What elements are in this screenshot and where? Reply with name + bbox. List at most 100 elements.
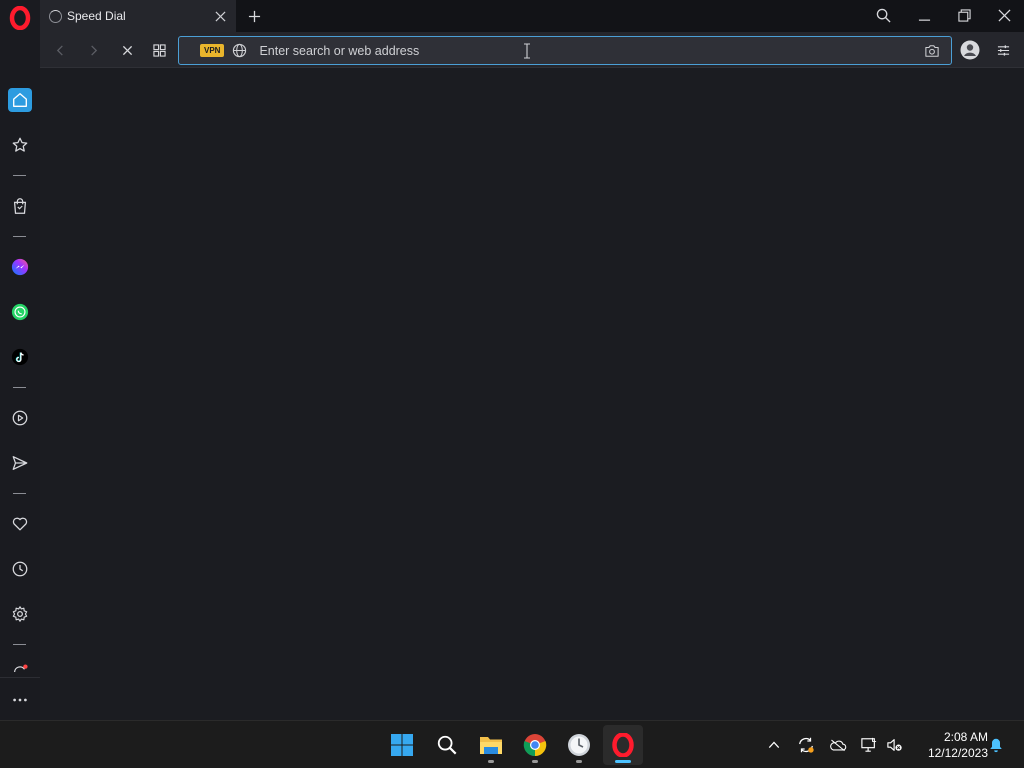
windows-icon [391,734,413,756]
sliders-icon [997,44,1009,56]
close-icon [214,10,226,22]
player-icon [12,410,28,426]
tab-title: Speed Dial [67,9,126,23]
tab-speed-dial[interactable]: Speed Dial [40,0,236,32]
opera-icon [612,733,634,757]
running-indicator [532,760,538,763]
sync-icon [799,737,814,753]
sidebar [0,0,40,720]
messenger-icon [11,258,29,276]
network-icon [861,737,877,752]
sidebar-item-pinboards[interactable] [8,512,32,536]
minimize-icon [918,19,930,21]
taskbar-opera[interactable] [603,725,643,765]
sidebar-item-whatsapp[interactable] [8,300,32,324]
stop-loading-button[interactable] [116,40,138,60]
shopping-bag-icon [13,198,27,214]
new-tab-button[interactable] [244,6,264,26]
heart-icon [12,517,28,531]
restore-button[interactable] [949,4,979,26]
sidebar-separator [13,493,26,494]
chevron-left-icon [56,44,63,56]
volume-tray-icon[interactable] [884,734,906,756]
tab-search-button[interactable] [868,4,898,26]
easy-setup-button[interactable] [992,40,1014,60]
restore-icon [957,8,971,22]
sidebar-separator [13,175,26,176]
folder-icon [480,737,502,754]
close-window-button[interactable] [989,4,1019,26]
clock-icon [12,561,28,577]
globe-icon[interactable] [231,43,247,59]
plus-icon [248,10,260,22]
sidebar-separator [13,236,26,237]
sidebar-item-flow[interactable] [8,451,32,475]
back-button[interactable] [49,40,71,60]
tab-close-button[interactable] [212,8,228,24]
avatar-icon [960,40,980,60]
sidebar-item-shopping[interactable] [8,194,32,218]
chrome-icon [523,734,547,757]
tab-grid-button[interactable] [148,40,170,60]
sidebar-separator [13,644,26,645]
start-button[interactable] [382,725,422,765]
tiktok-icon [11,348,29,366]
address-bar[interactable]: VPN [178,36,952,65]
sidebar-item-player[interactable] [8,406,32,430]
taskbar-file-explorer[interactable] [471,725,511,765]
sync-tray-icon[interactable] [795,734,817,756]
taskbar-search-button[interactable] [427,725,467,765]
chevron-up-icon [768,741,780,748]
notifications-button[interactable] [985,734,1007,756]
windows-taskbar: 2:08 AM 12/12/2023 [0,720,1024,768]
clock-date: 12/12/2023 [927,746,988,760]
cloud-offline-icon [830,739,847,752]
forward-button[interactable] [82,40,104,60]
running-indicator [488,760,494,763]
send-icon [12,456,28,470]
taskbar-chrome[interactable] [515,725,555,765]
volume-muted-icon [887,739,902,751]
close-icon [997,8,1011,22]
sidebar-item-home[interactable] [8,88,32,112]
running-indicator [576,760,582,763]
sidebar-divider [0,677,40,678]
bell-icon [990,738,1002,753]
onedrive-tray-icon[interactable] [827,734,849,756]
taskbar-clock-app[interactable] [559,725,599,765]
sidebar-item-more[interactable] [8,688,32,712]
search-icon [876,8,891,23]
sidebar-item-messenger[interactable] [8,255,32,279]
opera-logo-icon [9,5,31,31]
home-icon [13,93,27,107]
sidebar-item-history[interactable] [8,557,32,581]
tab-strip: Speed Dial [40,0,1024,32]
chevron-right-icon [90,44,97,56]
minimize-button[interactable] [909,4,939,26]
address-input[interactable] [257,42,923,59]
opera-menu-button[interactable] [8,5,32,31]
sidebar-item-settings[interactable] [8,602,32,626]
page-content [40,69,1024,720]
network-tray-icon[interactable] [858,734,880,756]
camera-icon [925,44,939,57]
navigation-bar: VPN [40,32,1024,68]
show-hidden-icons-button[interactable] [763,734,785,756]
text-cursor-icon [524,43,530,59]
close-icon [122,45,132,55]
grid-icon [152,43,166,57]
sidebar-item-bookmarks[interactable] [8,133,32,157]
clock-app-icon [568,734,590,756]
search-icon [437,735,457,755]
profile-button[interactable] [958,38,982,62]
whatsapp-icon [11,303,29,321]
system-clock[interactable]: 2:08 AM 12/12/2023 [912,729,988,761]
star-icon [12,137,28,152]
refresh-icon [13,664,28,673]
sidebar-item-update[interactable] [8,660,32,676]
sidebar-item-tiktok[interactable] [8,345,32,369]
more-icon [13,698,27,702]
snapshot-button[interactable] [923,42,941,60]
vpn-badge[interactable]: VPN [200,44,225,57]
clock-time: 2:08 AM [943,730,988,744]
